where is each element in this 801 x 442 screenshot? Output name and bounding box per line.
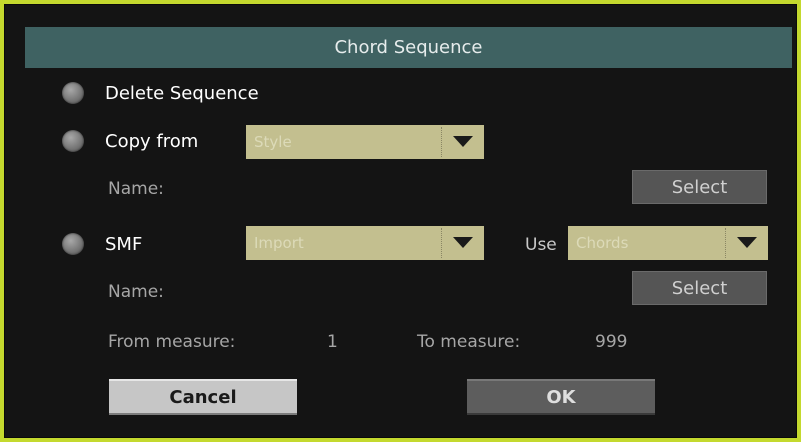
copy-from-dropdown-value: Style bbox=[254, 133, 292, 151]
dialog-title: Chord Sequence bbox=[25, 27, 792, 68]
triangle-down-icon[interactable] bbox=[726, 226, 768, 260]
triangle-down-icon[interactable] bbox=[442, 125, 484, 159]
triangle-down-icon[interactable] bbox=[442, 226, 484, 260]
smf-label: SMF bbox=[105, 234, 143, 255]
copy-from-name-label: Name: bbox=[108, 179, 164, 199]
use-label: Use bbox=[525, 235, 557, 255]
use-dropdown[interactable]: Chords bbox=[568, 226, 768, 260]
copy-from-label: Copy from bbox=[105, 131, 199, 152]
chord-sequence-dialog: Chord Sequence Delete Sequence Copy from… bbox=[4, 4, 797, 438]
smf-dropdown[interactable]: Import bbox=[246, 226, 484, 260]
smf-select-button[interactable]: Select bbox=[632, 271, 767, 305]
smf-name-label: Name: bbox=[108, 282, 164, 302]
smf-dropdown-value: Import bbox=[254, 234, 304, 252]
copy-from-radio[interactable] bbox=[62, 130, 84, 152]
to-measure-value[interactable]: 999 bbox=[595, 331, 627, 353]
use-dropdown-value: Chords bbox=[576, 234, 629, 252]
ok-button[interactable]: OK bbox=[467, 379, 655, 415]
from-measure-label: From measure: bbox=[108, 332, 236, 352]
cancel-button[interactable]: Cancel bbox=[109, 379, 297, 415]
copy-from-dropdown[interactable]: Style bbox=[246, 125, 484, 159]
from-measure-value[interactable]: 1 bbox=[327, 331, 338, 353]
smf-radio[interactable] bbox=[62, 233, 84, 255]
delete-sequence-radio[interactable] bbox=[62, 82, 84, 104]
to-measure-label: To measure: bbox=[417, 332, 521, 352]
copy-from-select-button[interactable]: Select bbox=[632, 170, 767, 204]
delete-sequence-label: Delete Sequence bbox=[105, 83, 259, 104]
